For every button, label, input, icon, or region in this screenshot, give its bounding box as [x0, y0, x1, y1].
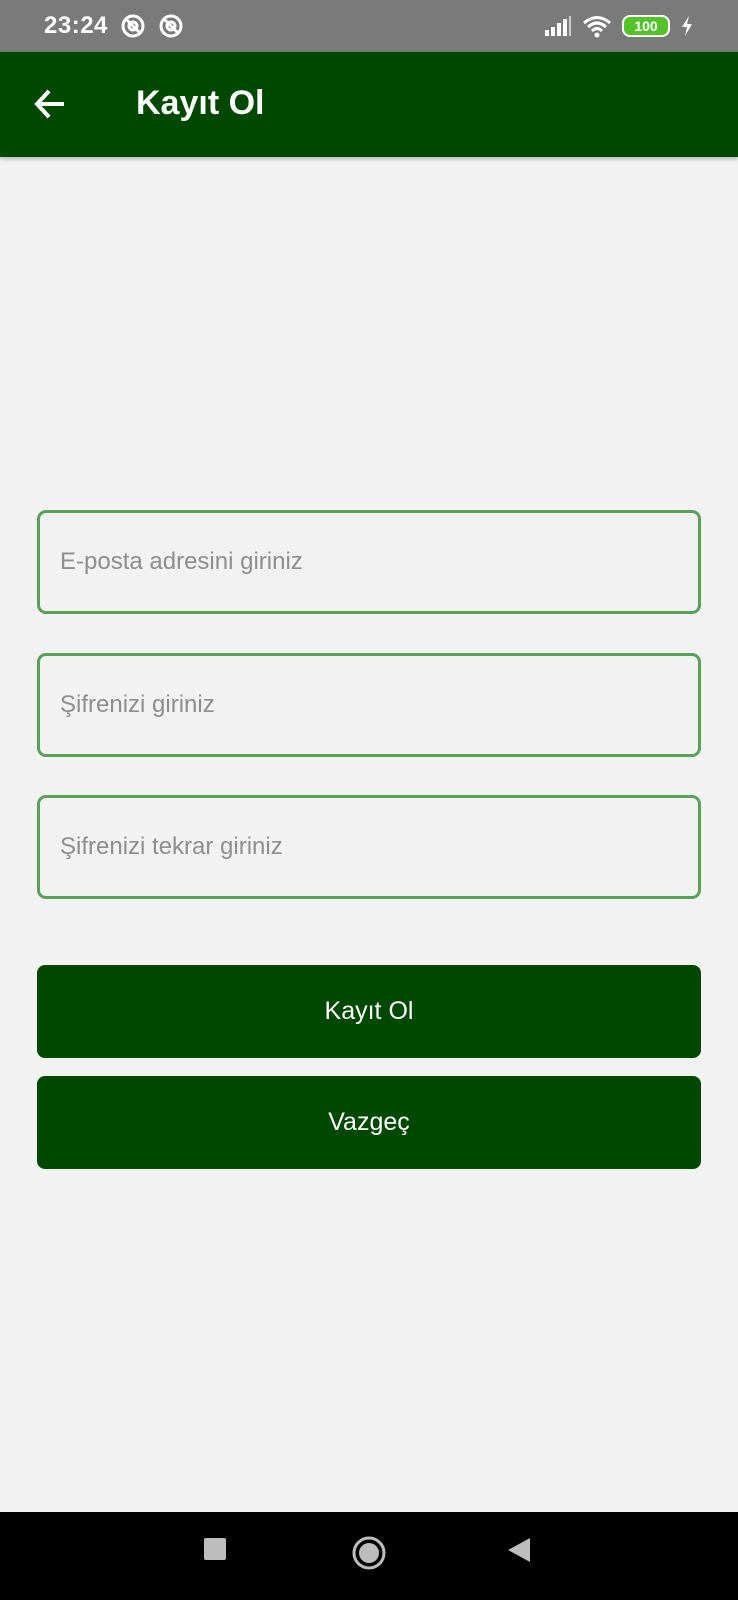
email-field-container — [37, 510, 701, 614]
back-triangle-icon — [508, 1538, 530, 1562]
password-confirm-field-container — [37, 795, 701, 899]
email-field[interactable] — [40, 513, 698, 611]
status-time: 23:24 — [44, 12, 108, 39]
cancel-button[interactable]: Vazgeç — [37, 1076, 701, 1169]
status-left: 23:24 — [44, 12, 184, 40]
password-confirm-field[interactable] — [40, 798, 698, 896]
app-bar: Kayıt Ol — [0, 52, 738, 157]
arrow-left-icon — [34, 89, 64, 119]
recents-square-icon — [204, 1538, 226, 1560]
signal-icon — [545, 16, 571, 36]
at-sign-icon — [121, 14, 145, 38]
register-button[interactable]: Kayıt Ol — [37, 965, 701, 1058]
status-right: 100 — [544, 14, 694, 38]
status-bar: 23:24 100 — [0, 0, 738, 52]
recents-button[interactable] — [202, 1536, 228, 1567]
back-button[interactable] — [28, 82, 72, 126]
password-field[interactable] — [40, 656, 698, 754]
page-title: Kayıt Ol — [136, 84, 265, 122]
nav-back-button[interactable] — [506, 1536, 532, 1569]
home-circle-icon — [352, 1536, 386, 1570]
charging-icon — [682, 16, 692, 36]
at-sign-icon — [159, 14, 183, 38]
system-nav-bar — [0, 1512, 738, 1600]
battery-level: 100 — [634, 18, 658, 34]
password-field-container — [37, 653, 701, 757]
wifi-icon — [583, 16, 611, 38]
battery-icon: 100 — [622, 15, 670, 37]
home-button[interactable] — [351, 1535, 387, 1576]
